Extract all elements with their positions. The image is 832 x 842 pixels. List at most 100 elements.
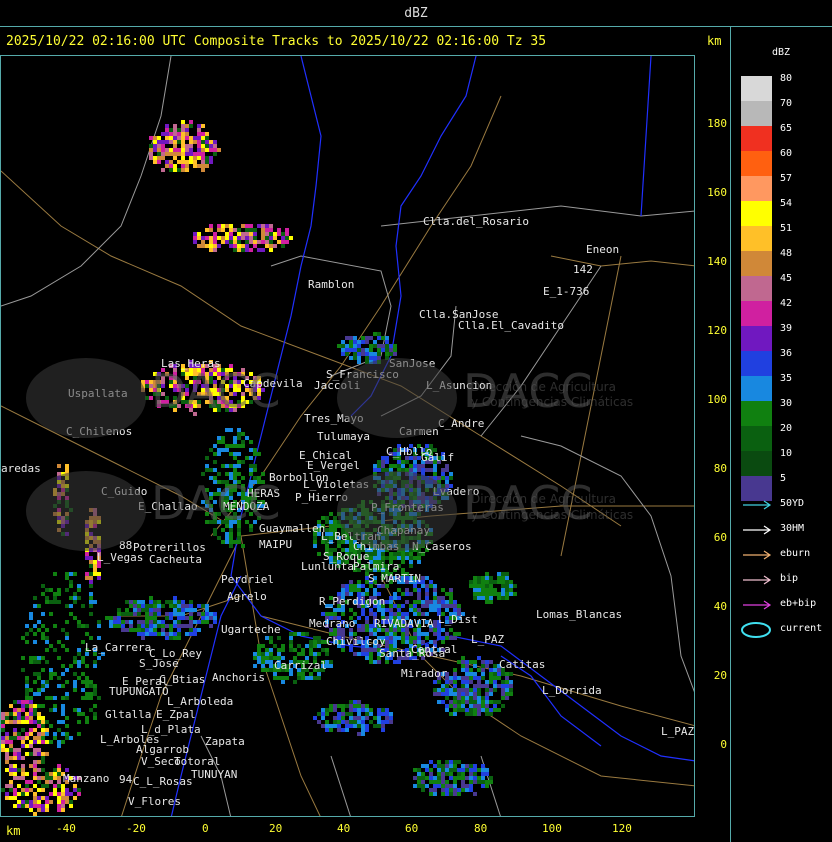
- scale-swatch: [741, 226, 772, 251]
- echo-pixel: [29, 700, 33, 704]
- echo-pixel: [417, 560, 421, 564]
- echo-pixel: [197, 128, 201, 132]
- echo-pixel: [33, 604, 37, 608]
- echo-pixel: [193, 232, 197, 236]
- echo-pixel: [469, 660, 473, 664]
- echo-pixel: [357, 700, 361, 704]
- echo-pixel: [433, 584, 437, 588]
- echo-pixel: [385, 720, 389, 724]
- echo-pixel: [385, 708, 389, 712]
- echo-pixel: [361, 716, 365, 720]
- echo-pixel: [333, 720, 337, 724]
- echo-pixel: [33, 692, 37, 696]
- echo-pixel: [17, 776, 21, 780]
- echo-pixel: [409, 592, 413, 596]
- echo-pixel: [149, 600, 153, 604]
- echo-pixel: [45, 772, 49, 776]
- echo-pixel: [317, 720, 321, 724]
- echo-pixel: [445, 688, 449, 692]
- echo-pixel: [365, 352, 369, 356]
- echo-pixel: [137, 624, 141, 628]
- echo-pixel: [61, 796, 65, 800]
- echo-pixel: [61, 628, 65, 632]
- echo-pixel: [357, 580, 361, 584]
- echo-pixel: [29, 704, 33, 708]
- echo-pixel: [465, 788, 469, 792]
- radar-header: 2025/10/22 02:16:00 UTC Composite Tracks…: [6, 34, 547, 49]
- echo-pixel: [489, 584, 493, 588]
- echo-pixel: [93, 660, 97, 664]
- echo-pixel: [253, 652, 257, 656]
- echo-pixel: [169, 616, 173, 620]
- watermark-logo: [337, 471, 457, 551]
- echo-pixel: [205, 144, 209, 148]
- echo-pixel: [453, 608, 457, 612]
- echo-pixel: [477, 680, 481, 684]
- echo-pixel: [269, 236, 273, 240]
- echo-pixel: [165, 616, 169, 620]
- echo-pixel: [421, 784, 425, 788]
- echo-pixel: [21, 636, 25, 640]
- echo-pixel: [21, 768, 25, 772]
- echo-pixel: [161, 148, 165, 152]
- echo-pixel: [61, 804, 65, 808]
- echo-pixel: [69, 800, 73, 804]
- echo-pixel: [453, 676, 457, 680]
- place-label: Clla.El_Cavadito: [458, 319, 564, 332]
- echo-pixel: [33, 792, 37, 796]
- echo-pixel: [121, 612, 125, 616]
- echo-pixel: [301, 672, 305, 676]
- echo-pixel: [505, 688, 509, 692]
- echo-pixel: [497, 592, 501, 596]
- radar-map[interactable]: Clla.del_Rosario Eneon 142 E_1-736 Ramblon Cl…: [0, 55, 695, 817]
- echo-pixel: [381, 460, 385, 464]
- echo-pixel: [169, 128, 173, 132]
- echo-pixel: [389, 352, 393, 356]
- echo-pixel: [341, 608, 345, 612]
- echo-pixel: [513, 584, 517, 588]
- echo-pixel: [13, 768, 17, 772]
- echo-pixel: [373, 340, 377, 344]
- echo-pixel: [497, 580, 501, 584]
- echo-pixel: [261, 660, 265, 664]
- echo-pixel: [241, 544, 245, 548]
- scale-swatch: [741, 126, 772, 151]
- echo-pixel: [29, 740, 33, 744]
- echo-pixel: [169, 136, 173, 140]
- echo-pixel: [45, 640, 49, 644]
- echo-pixel: [45, 740, 49, 744]
- echo-pixel: [221, 440, 225, 444]
- echo-pixel: [409, 636, 413, 640]
- echo-pixel: [505, 676, 509, 680]
- echo-pixel: [257, 652, 261, 656]
- echo-pixel: [477, 580, 481, 584]
- echo-pixel: [9, 788, 13, 792]
- echo-pixel: [477, 696, 481, 700]
- echo-pixel: [229, 244, 233, 248]
- echo-pixel: [165, 160, 169, 164]
- echo-pixel: [25, 736, 29, 740]
- echo-pixel: [93, 688, 97, 692]
- echo-pixel: [297, 676, 301, 680]
- echo-pixel: [53, 624, 57, 628]
- echo-pixel: [25, 676, 29, 680]
- echo-pixel: [45, 680, 49, 684]
- echo-pixel: [41, 728, 45, 732]
- echo-pixel: [449, 692, 453, 696]
- echo-pixel: [465, 676, 469, 680]
- echo-pixel: [425, 468, 429, 472]
- echo-pixel: [49, 676, 53, 680]
- echo-pixel: [205, 160, 209, 164]
- echo-pixel: [181, 156, 185, 160]
- scale-label: 65: [780, 123, 793, 134]
- echo-pixel: [449, 680, 453, 684]
- echo-pixel: [329, 708, 333, 712]
- echo-pixel: [257, 452, 261, 456]
- echo-pixel: [429, 604, 433, 608]
- echo-pixel: [409, 564, 413, 568]
- place-label: Lunlunta: [301, 560, 354, 573]
- echo-pixel: [149, 152, 153, 156]
- echo-pixel: [165, 124, 169, 128]
- echo-pixel: [381, 608, 385, 612]
- echo-pixel: [497, 684, 501, 688]
